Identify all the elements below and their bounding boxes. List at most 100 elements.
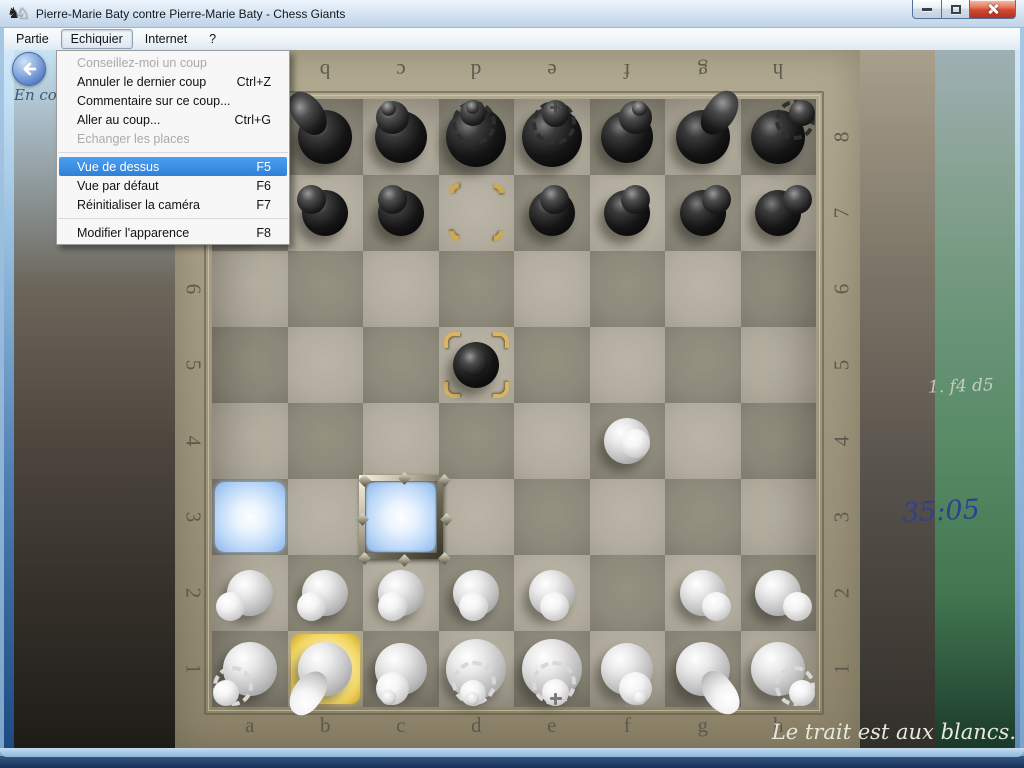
restore-button[interactable] <box>942 0 970 19</box>
menubar-item-partie[interactable]: Partie <box>6 29 59 49</box>
rank-label-left-6: 6 <box>181 284 206 295</box>
window-controls <box>912 0 1016 19</box>
menu-item-shortcut: F7 <box>256 198 271 212</box>
menu-item-shortcut: Ctrl+G <box>235 113 271 127</box>
menu-item-label: Réinitialiser la caméra <box>77 198 200 212</box>
rank-label-left-1: 1 <box>181 664 206 675</box>
menu-item-vue-de-dessus[interactable]: Vue de dessusF5 <box>59 157 287 176</box>
clock-text: 35:05 <box>901 494 980 529</box>
square-g6[interactable] <box>665 251 741 327</box>
piece-part <box>621 185 650 214</box>
square-b6[interactable] <box>288 251 364 327</box>
menu-item-shortcut: Ctrl+Z <box>237 75 271 89</box>
piece-part <box>466 692 479 705</box>
square-g4[interactable] <box>665 403 741 479</box>
menu-item-shortcut: F8 <box>256 226 271 240</box>
square-f5[interactable] <box>590 327 666 403</box>
frame-ornament <box>356 513 369 526</box>
title-bar: ♞♘ Pierre-Marie Baty contre Pierre-Marie… <box>0 0 1024 28</box>
square-g3[interactable] <box>665 479 741 555</box>
menu-item-conseillez-moi-un-coup[interactable]: Conseillez-moi un coup <box>59 53 287 72</box>
square-d6[interactable] <box>439 251 515 327</box>
piece-part <box>459 348 488 377</box>
square-e4[interactable] <box>514 403 590 479</box>
square-f3[interactable] <box>590 479 666 555</box>
square-b3[interactable] <box>288 479 364 555</box>
left-blue-strip <box>4 50 14 748</box>
minimize-button[interactable] <box>912 0 942 19</box>
square-b5[interactable] <box>288 327 364 403</box>
rank-label-right-4: 4 <box>830 436 855 447</box>
piece-part <box>632 101 647 116</box>
piece-part <box>789 680 815 706</box>
menu-bar: PartieEchiquierInternet? <box>4 28 1020 50</box>
square-d4[interactable] <box>439 403 515 479</box>
file-label-bottom-b: b <box>320 713 331 738</box>
menubar-item-internet[interactable]: Internet <box>135 29 197 49</box>
back-button[interactable] <box>12 52 46 86</box>
rank-label-right-7: 7 <box>830 208 855 219</box>
right-shadow-band <box>860 50 935 748</box>
file-label-bottom-e: e <box>547 713 556 738</box>
square-b4[interactable] <box>288 403 364 479</box>
piece-part <box>378 185 407 214</box>
menubar-item-help[interactable]: ? <box>199 29 226 49</box>
rank-label-right-5: 5 <box>830 360 855 371</box>
status-text: Le trait est aux blancs. <box>764 720 1016 744</box>
menu-item-label: Conseillez-moi un coup <box>77 56 207 70</box>
menu-separator <box>58 218 288 219</box>
piece-part <box>789 100 815 126</box>
menu-item-label: Modifier l'apparence <box>77 226 189 240</box>
square-c5[interactable] <box>363 327 439 403</box>
square-a5[interactable] <box>212 327 288 403</box>
menu-item-aller-au-coup[interactable]: Aller au coup... Ctrl+G <box>59 110 287 129</box>
file-label-top-c: c <box>396 58 405 83</box>
square-a4[interactable] <box>212 403 288 479</box>
menu-item-commentaire-sur-ce-coup[interactable]: Commentaire sur ce coup... <box>59 91 287 110</box>
frame-ornament <box>398 472 411 485</box>
square-h6[interactable] <box>741 251 817 327</box>
chess-board <box>212 99 816 707</box>
rank-label-left-2: 2 <box>181 588 206 599</box>
square-g5[interactable] <box>665 327 741 403</box>
right-blue-strip <box>1015 50 1020 748</box>
rank-label-right-6: 6 <box>830 284 855 295</box>
file-label-top-f: f <box>624 58 631 83</box>
piece-part <box>783 592 812 621</box>
piece-part <box>213 680 239 706</box>
square-h4[interactable] <box>741 403 817 479</box>
square-a6[interactable] <box>212 251 288 327</box>
square-c6[interactable] <box>363 251 439 327</box>
menu-separator <box>58 152 288 153</box>
close-icon <box>987 3 999 15</box>
square-e5[interactable] <box>514 327 590 403</box>
piece-part <box>466 101 479 114</box>
close-button[interactable] <box>970 0 1016 19</box>
square-h3[interactable] <box>741 479 817 555</box>
piece-part <box>297 185 326 214</box>
square-h5[interactable] <box>741 327 817 403</box>
file-label-bottom-f: f <box>624 713 631 738</box>
menu-item-reinitialiser-la-camera[interactable]: Réinitialiser la caméra F7 <box>59 195 287 214</box>
piece-part <box>621 429 650 458</box>
hint-square-a3[interactable] <box>215 482 285 552</box>
menu-item-annuler-le-dernier-coup[interactable]: Annuler le dernier coupCtrl+Z <box>59 72 287 91</box>
square-f2[interactable] <box>590 555 666 631</box>
piece-part <box>702 185 731 214</box>
menu-item-echanger-les-places[interactable]: Echanger les places <box>59 129 287 148</box>
ornate-hint-frame-c3[interactable] <box>359 475 443 559</box>
move-list-text: 1. f4 d5 <box>928 374 1019 397</box>
menu-item-vue-par-defaut[interactable]: Vue par défautF6 <box>59 176 287 195</box>
square-e6[interactable] <box>514 251 590 327</box>
window-bottom-border <box>0 748 1024 757</box>
menu-item-label: Vue de dessus <box>77 160 159 174</box>
square-e3[interactable] <box>514 479 590 555</box>
menu-item-modifier-l-apparence[interactable]: Modifier l'apparence F8 <box>59 223 287 242</box>
menubar-item-echiquier[interactable]: Echiquier <box>61 29 133 49</box>
square-f6[interactable] <box>590 251 666 327</box>
piece-part <box>540 185 569 214</box>
restore-icon <box>951 5 961 14</box>
menu-item-label: Aller au coup... <box>77 113 160 127</box>
square-c4[interactable] <box>363 403 439 479</box>
piece-part <box>702 592 731 621</box>
